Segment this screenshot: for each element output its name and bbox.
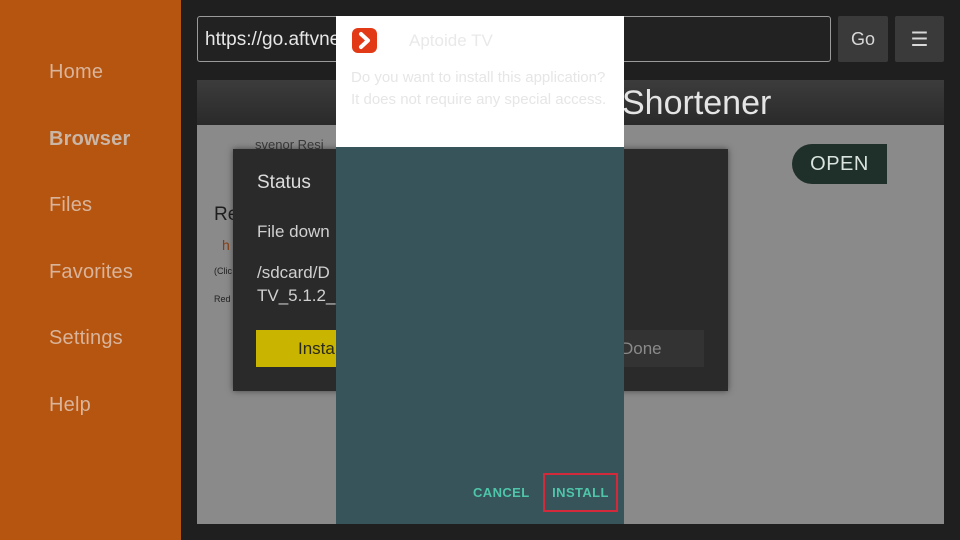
menu-icon[interactable]: ☰ [895, 16, 944, 62]
file-path: TV_5.1.2_ [257, 286, 336, 305]
install-button[interactable]: INSTALL [543, 473, 618, 512]
sidebar-item-help[interactable]: Help [49, 394, 91, 417]
status-title: Status [257, 172, 311, 193]
sidebar-item-settings[interactable]: Settings [49, 327, 123, 350]
page-text: Red [214, 294, 231, 304]
open-button[interactable]: OPEN [792, 144, 887, 184]
installer-dialog: Aptoide TV Do you want to install this a… [336, 16, 624, 524]
status-message: File down [257, 222, 330, 241]
page-link[interactable]: h [222, 237, 230, 253]
go-button[interactable]: Go [838, 16, 888, 62]
aptoide-icon [352, 28, 377, 53]
sidebar-item-files[interactable]: Files [49, 194, 92, 217]
sidebar-item-favorites[interactable]: Favorites [49, 261, 133, 284]
sidebar: Home Browser Files Favorites Settings He… [0, 0, 181, 540]
page-title: Shortener [622, 84, 772, 122]
page-text: (Clic [214, 266, 232, 276]
sidebar-item-browser[interactable]: Browser [49, 128, 130, 151]
cancel-button[interactable]: CANCEL [473, 485, 530, 500]
status-install-button[interactable]: Insta [256, 330, 346, 367]
installer-header: Aptoide TV Do you want to install this a… [336, 16, 624, 147]
sidebar-item-home[interactable]: Home [49, 61, 103, 84]
install-prompt: Do you want to install this application?… [351, 69, 607, 108]
app-name: Aptoide TV [409, 31, 493, 50]
file-path: /sdcard/D [257, 263, 330, 282]
chevron-right-icon [359, 32, 370, 49]
done-button[interactable]: Done [613, 330, 704, 367]
